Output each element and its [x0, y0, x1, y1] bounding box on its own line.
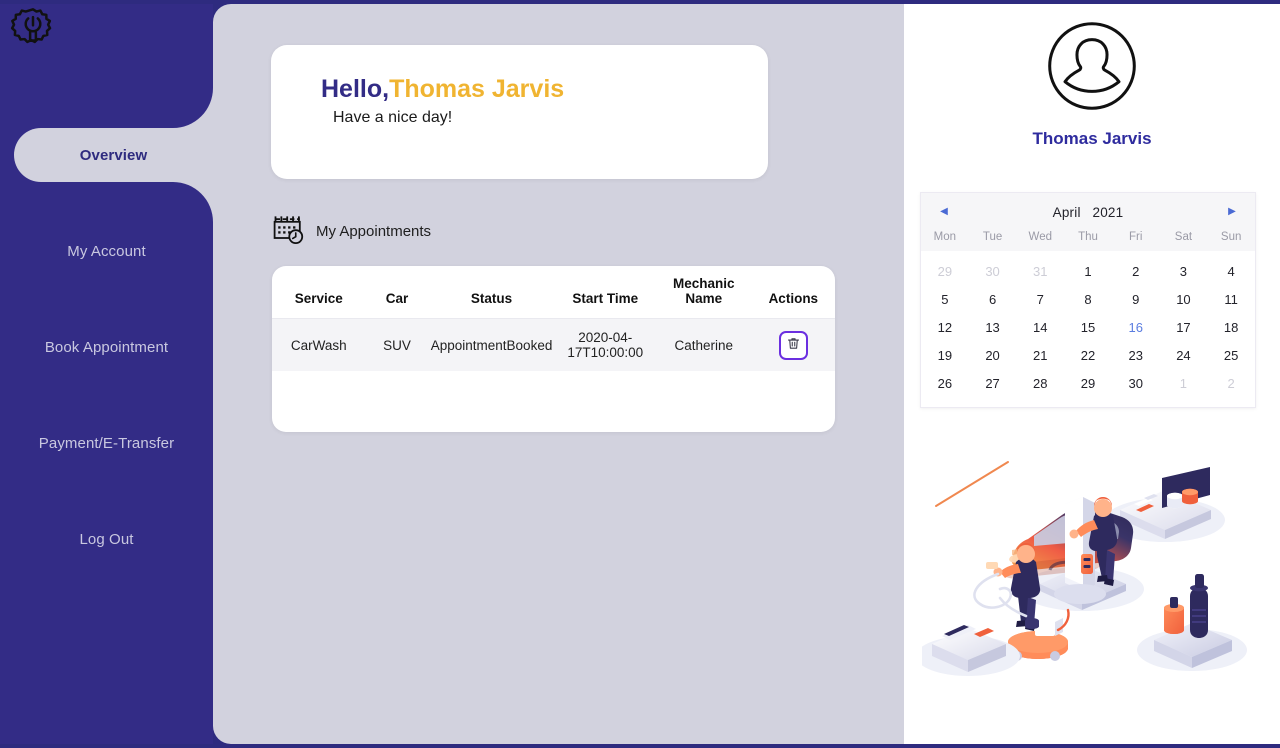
calendar-day[interactable]: 19: [921, 341, 969, 369]
appointments-table: Service Car Status Start Time Mechanic N…: [272, 266, 835, 371]
calendar-day[interactable]: 10: [1160, 285, 1208, 313]
sidebar-item-payment-e-transfer[interactable]: Payment/E-Transfer: [0, 416, 213, 470]
calendar-day[interactable]: 11: [1207, 285, 1255, 313]
greeting-user-name: Thomas Jarvis: [389, 75, 565, 103]
chevron-left-icon[interactable]: ◀: [937, 205, 951, 219]
column-header-car: Car: [365, 266, 429, 319]
calendar-day[interactable]: 27: [969, 369, 1017, 397]
table-header-row: Service Car Status Start Time Mechanic N…: [272, 266, 835, 319]
weekday-label: Sun: [1220, 231, 1242, 243]
calendar-month: April: [1052, 204, 1081, 220]
calendar-day[interactable]: 15: [1064, 313, 1112, 341]
sidebar-item-label: Payment/E-Transfer: [38, 434, 175, 452]
calendar-day[interactable]: 7: [1016, 285, 1064, 313]
weekday-label: Thu: [1078, 231, 1098, 243]
calendar-day-grid: 29 30 31 1 2 3 4 5 6 7 8 9 10 11 12 13 14 15 16 17 18 19 20 21 2…: [921, 251, 1255, 407]
main-content: Hello,Thomas Jarvis Have a nice day! My …: [213, 4, 904, 744]
weekday-label: Mon: [933, 231, 957, 243]
car-service-isometric-illustration: [916, 402, 1262, 694]
calendar-day[interactable]: 21: [1016, 341, 1064, 369]
sidebar-item-label: Book Appointment: [44, 338, 169, 356]
cell-car: SUV: [365, 318, 429, 371]
column-header-start-time: Start Time: [554, 266, 656, 319]
calendar-day[interactable]: 17: [1160, 313, 1208, 341]
sidebar-item-overview[interactable]: Overview: [14, 128, 213, 182]
calendar-day[interactable]: 29: [1064, 369, 1112, 397]
cell-mechanic-name: Catherine: [655, 318, 752, 371]
calendar-day[interactable]: 4: [1207, 257, 1255, 285]
calendar-weekday-row: Mon Tue Wed Thu Fri Sat Sun: [921, 231, 1255, 251]
calendar-day[interactable]: 2: [1112, 257, 1160, 285]
greeting-headline: Hello,Thomas Jarvis: [321, 75, 564, 104]
cell-service: CarWash: [272, 318, 366, 371]
calendar-day[interactable]: 24: [1160, 341, 1208, 369]
top-accent-strip: [0, 0, 1280, 4]
calendar-day[interactable]: 26: [921, 369, 969, 397]
weekday-label: Fri: [1128, 231, 1143, 243]
column-header-actions: Actions: [751, 266, 835, 319]
calendar-day[interactable]: 20: [969, 341, 1017, 369]
right-panel: Thomas Jarvis ◀ April 2021 ▶ Mon Tue Wed…: [904, 4, 1280, 744]
sidebar: Overview My Account Book Appointment Pay…: [0, 0, 213, 748]
appointments-section-header: My Appointments: [271, 211, 431, 252]
calendar-day[interactable]: 8: [1064, 285, 1112, 313]
sidebar-item-my-account[interactable]: My Account: [0, 224, 213, 278]
table-row[interactable]: CarWash SUV AppointmentBooked 2020-04-17…: [272, 318, 835, 371]
calendar-header: ◀ April 2021 ▶: [921, 193, 1255, 231]
calendar-clock-icon: [271, 211, 307, 252]
calendar-day[interactable]: 22: [1064, 341, 1112, 369]
calendar-year: 2021: [1092, 204, 1124, 220]
calendar-day[interactable]: 30: [969, 257, 1017, 285]
sidebar-notch-top: [173, 88, 213, 128]
delete-appointment-button[interactable]: [778, 330, 808, 360]
column-header-status: Status: [428, 266, 555, 319]
gear-wrench-icon[interactable]: [10, 6, 56, 52]
calendar-day[interactable]: 3: [1160, 257, 1208, 285]
profile-name: Thomas Jarvis: [1032, 129, 1152, 148]
calendar-day[interactable]: 12: [921, 313, 969, 341]
greeting-card: Hello,Thomas Jarvis Have a nice day!: [271, 45, 768, 179]
cell-actions: [751, 318, 835, 371]
calendar-day[interactable]: 6: [969, 285, 1017, 313]
calendar-widget: ◀ April 2021 ▶ Mon Tue Wed Thu Fri Sat S…: [920, 192, 1256, 408]
calendar-day[interactable]: 30: [1112, 369, 1160, 397]
calendar-day[interactable]: 5: [921, 285, 969, 313]
calendar-day[interactable]: 25: [1207, 341, 1255, 369]
calendar-day[interactable]: 1: [1160, 369, 1208, 397]
cell-start-time: 2020-04-17T10:00:00: [554, 318, 656, 371]
sidebar-item-label: Overview: [79, 146, 148, 164]
calendar-day[interactable]: 1: [1064, 257, 1112, 285]
calendar-title: April 2021: [1053, 205, 1124, 220]
calendar-day[interactable]: 9: [1112, 285, 1160, 313]
calendar-day[interactable]: 29: [921, 257, 969, 285]
cell-status: AppointmentBooked: [428, 318, 555, 371]
calendar-day[interactable]: 2: [1207, 369, 1255, 397]
weekday-label: Tue: [982, 231, 1003, 243]
column-header-mechanic-name: Mechanic Name: [655, 266, 752, 319]
chevron-right-icon[interactable]: ▶: [1225, 205, 1239, 219]
calendar-day[interactable]: 16: [1112, 313, 1160, 341]
calendar-day[interactable]: 13: [969, 313, 1017, 341]
app-root: Overview My Account Book Appointment Pay…: [0, 0, 1280, 748]
calendar-day[interactable]: 14: [1016, 313, 1064, 341]
trash-icon: [786, 336, 801, 354]
sidebar-item-label: Log Out: [79, 530, 134, 548]
greeting-hello: Hello,: [321, 75, 390, 103]
appointments-section-title: My Appointments: [316, 223, 432, 240]
calendar-day[interactable]: 18: [1207, 313, 1255, 341]
greeting-subtitle: Have a nice day!: [333, 109, 453, 126]
calendar-day[interactable]: 28: [1016, 369, 1064, 397]
weekday-label: Wed: [1028, 231, 1052, 243]
sidebar-item-book-appointment[interactable]: Book Appointment: [0, 320, 213, 374]
sidebar-item-label: My Account: [67, 242, 146, 260]
sidebar-notch-bottom: [173, 182, 213, 222]
calendar-day[interactable]: 31: [1016, 257, 1064, 285]
bottom-accent-strip: [0, 744, 1280, 748]
user-avatar-icon: [1045, 19, 1139, 113]
sidebar-item-log-out[interactable]: Log Out: [0, 512, 213, 566]
appointments-table-card: Service Car Status Start Time Mechanic N…: [272, 266, 835, 432]
weekday-label: Sat: [1174, 231, 1193, 243]
column-header-service: Service: [272, 266, 366, 319]
calendar-day[interactable]: 23: [1112, 341, 1160, 369]
